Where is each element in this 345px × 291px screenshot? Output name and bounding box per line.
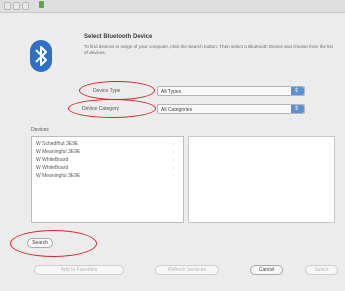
annotation-circle-device-type bbox=[79, 81, 155, 100]
list-item[interactable]: W Meaningful 3E9E bbox=[36, 149, 80, 155]
title-bar bbox=[0, 0, 345, 13]
bluetooth-device-dialog: Select Bluetooth Device To find devices … bbox=[0, 0, 345, 291]
status-icon bbox=[39, 1, 44, 8]
device-list[interactable]: W Schedfhut 3E9E W Meaningful 3E9E W Whi… bbox=[31, 136, 184, 223]
arrow-icon: › bbox=[173, 149, 175, 154]
bluetooth-icon bbox=[30, 40, 52, 72]
device-category-popup[interactable]: All Categories bbox=[157, 104, 305, 114]
annotation-circle-device-category bbox=[68, 99, 156, 118]
minimize-window-icon[interactable] bbox=[13, 2, 20, 10]
cancel-button[interactable]: Cancel bbox=[250, 265, 283, 275]
popup-arrows-icon bbox=[291, 104, 304, 114]
add-to-favorites-button[interactable]: Add to Favorites bbox=[34, 265, 124, 275]
device-category-value: All Categories bbox=[161, 107, 193, 113]
arrow-icon: › bbox=[173, 165, 175, 170]
zoom-window-icon[interactable] bbox=[22, 2, 29, 10]
list-item[interactable]: W Meaningful 3E9E bbox=[36, 173, 80, 179]
popup-arrows-icon bbox=[291, 86, 304, 96]
arrow-icon: › bbox=[173, 141, 175, 146]
refresh-services-button[interactable]: Refresh Services bbox=[155, 265, 219, 275]
list-item[interactable]: W WhiteBoard bbox=[36, 165, 68, 171]
arrow-icon: › bbox=[173, 157, 175, 162]
select-button[interactable]: Select bbox=[305, 265, 338, 275]
devices-label: Devices bbox=[31, 127, 49, 133]
list-item[interactable]: W WhiteBoard bbox=[36, 157, 68, 163]
device-services-panel bbox=[188, 136, 335, 223]
dialog-heading: Select Bluetooth Device bbox=[84, 34, 153, 40]
device-type-value: All Types bbox=[161, 89, 182, 95]
annotation-circle-search bbox=[10, 230, 97, 257]
dialog-description: To find devices in range of your compute… bbox=[84, 44, 333, 55]
close-window-icon[interactable] bbox=[4, 2, 11, 10]
list-item[interactable]: W Schedfhut 3E9E bbox=[36, 141, 78, 147]
device-type-popup[interactable]: All Types bbox=[157, 86, 305, 96]
arrow-icon: › bbox=[173, 173, 175, 178]
